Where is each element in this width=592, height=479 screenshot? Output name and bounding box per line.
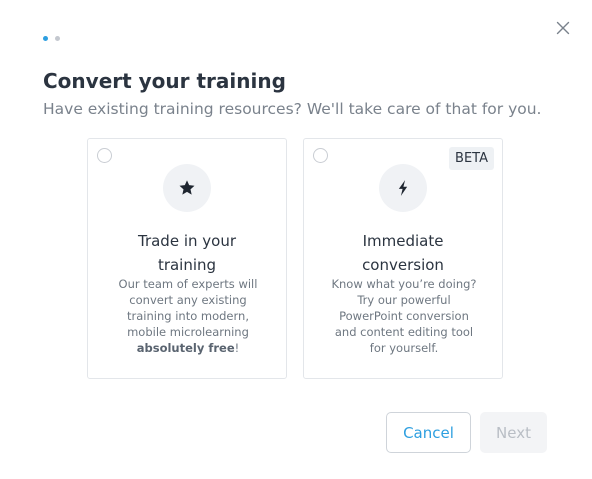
dialog-title: Convert your training	[43, 69, 286, 93]
icon-badge	[163, 164, 211, 212]
option-card-immediate[interactable]: BETA Immediate conversion Know what you’…	[303, 138, 503, 379]
option-description: Our team of experts will convert any exi…	[118, 277, 258, 355]
lightning-icon	[398, 180, 408, 196]
step-dot-active	[43, 36, 48, 41]
step-dot	[55, 36, 60, 41]
option-radio-immediate[interactable]	[313, 148, 328, 163]
option-radio-trade-in[interactable]	[97, 148, 112, 163]
close-icon	[556, 21, 570, 35]
option-card-trade-in[interactable]: Trade in your training Our team of exper…	[87, 138, 287, 379]
step-indicator	[43, 36, 60, 41]
cancel-button[interactable]: Cancel	[386, 412, 471, 453]
close-button[interactable]	[554, 19, 572, 37]
beta-badge: BETA	[449, 147, 494, 170]
star-icon	[179, 180, 195, 195]
dialog-subtitle: Have existing training resources? We'll …	[43, 100, 542, 118]
option-description: Know what you’re doing? Try our powerful…	[331, 277, 477, 355]
icon-badge	[379, 164, 427, 212]
option-title: Immediate conversion	[362, 232, 444, 274]
emphasis-free: absolutely free	[136, 341, 235, 355]
next-button[interactable]: Next	[480, 412, 547, 453]
option-title: Trade in your training	[137, 232, 236, 274]
